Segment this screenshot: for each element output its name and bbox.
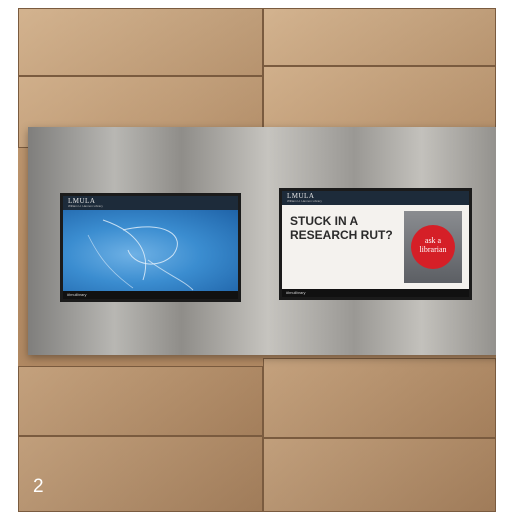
wall-tile bbox=[18, 436, 263, 512]
wall-tile bbox=[18, 366, 263, 436]
right-screen-footer: #lmulibrary bbox=[282, 289, 469, 297]
wall-tile bbox=[263, 438, 496, 512]
left-screen-content bbox=[63, 210, 238, 291]
wall-tile bbox=[263, 66, 496, 136]
left-screen-header: LMULA William H. Hannon Library bbox=[63, 196, 238, 210]
right-screen-brand-sub: William H. Hannon Library bbox=[287, 199, 322, 203]
left-display-screen: LMULA William H. Hannon Library #lmulibr… bbox=[60, 193, 241, 302]
right-screen-tag: #lmulibrary bbox=[286, 290, 306, 295]
wall-tile bbox=[18, 8, 263, 76]
left-screen-footer: #lmulibrary bbox=[63, 291, 238, 299]
left-screen-tag: #lmulibrary bbox=[67, 292, 87, 297]
ask-a-librarian-text: ask a librarian bbox=[411, 236, 455, 254]
badge-line1: ask a bbox=[424, 236, 442, 245]
promo-headline-line1: STUCK IN A bbox=[290, 214, 359, 228]
frame-right bbox=[496, 0, 508, 512]
photo: LMULA William H. Hannon Library #lmulibr… bbox=[0, 0, 508, 512]
ribbon-graphic bbox=[87, 219, 194, 291]
left-screen-brand-sub: William H. Hannon Library bbox=[68, 204, 103, 208]
promo-headline-line2: RESEARCH RUT? bbox=[290, 228, 393, 242]
promo-headline: STUCK IN A RESEARCH RUT? bbox=[290, 214, 393, 242]
photo-number: 2 bbox=[33, 476, 44, 497]
wall-tile bbox=[263, 8, 496, 66]
right-screen-header: LMULA William H. Hannon Library bbox=[282, 191, 469, 205]
badge-line2: librarian bbox=[419, 245, 447, 254]
promo-photo: ask a librarian bbox=[404, 211, 462, 283]
wall-tile bbox=[263, 358, 496, 438]
right-display-screen: LMULA William H. Hannon Library STUCK IN… bbox=[279, 188, 472, 300]
ask-a-librarian-badge: ask a librarian bbox=[411, 225, 455, 269]
frame-left bbox=[0, 0, 18, 512]
right-screen-content: STUCK IN A RESEARCH RUT? ask a librarian bbox=[282, 205, 469, 289]
frame-top bbox=[0, 0, 508, 8]
